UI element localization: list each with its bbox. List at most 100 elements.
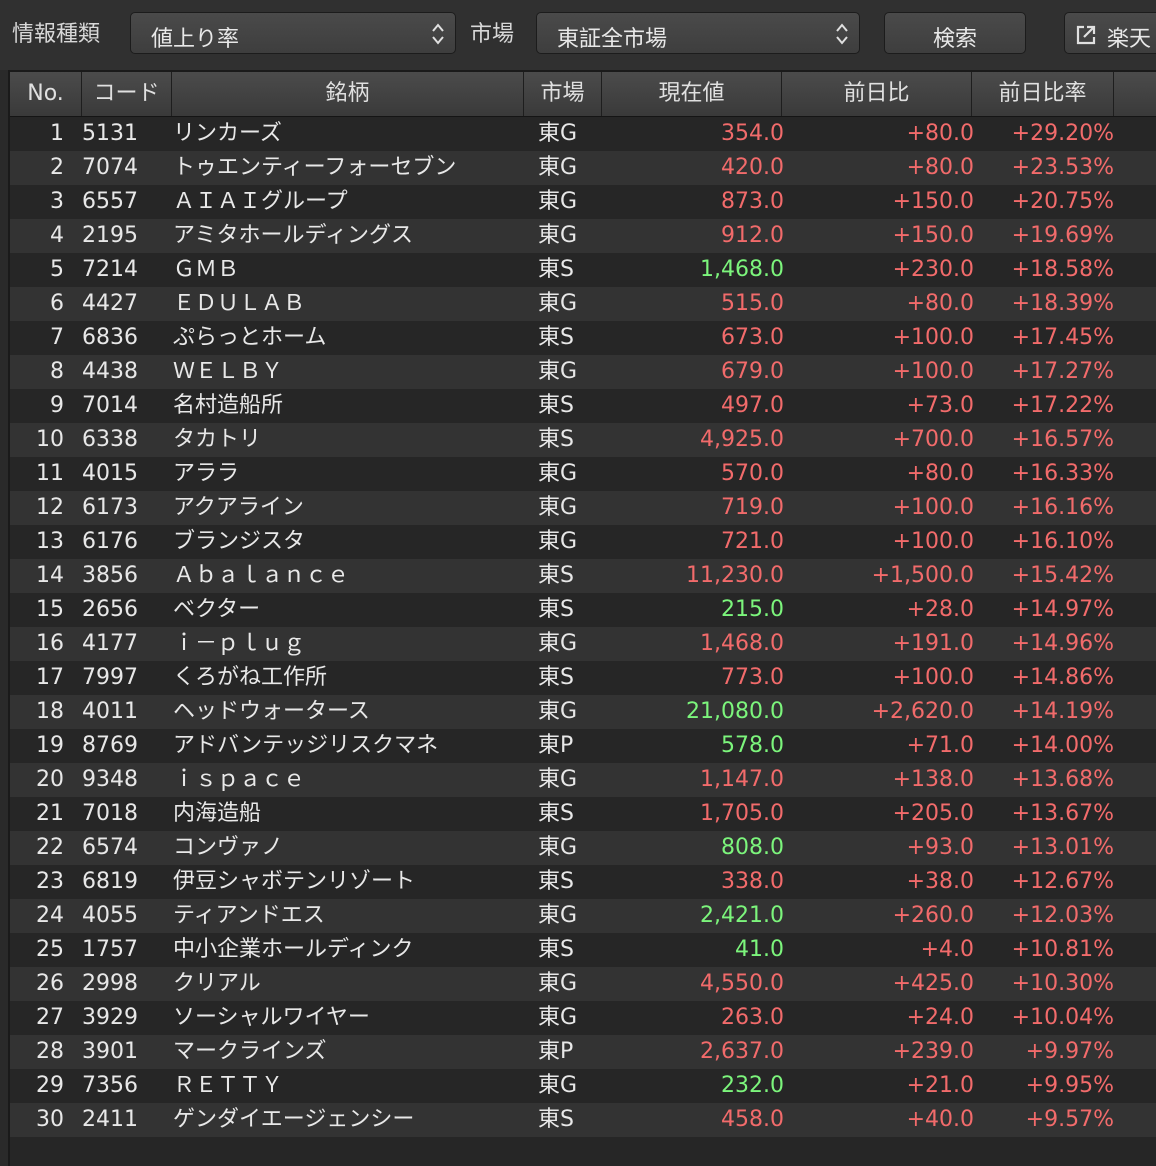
rakuten-button[interactable]: 楽天 xyxy=(1064,12,1156,54)
stock-code: 7074 xyxy=(82,155,138,180)
table-row[interactable]: 11 4015 アララ 東G 570.0 +80.0 +16.33% xyxy=(10,457,1156,491)
market-code: 東S xyxy=(538,325,574,350)
price-change: +700.0 xyxy=(892,427,974,452)
price-change: +71.0 xyxy=(906,733,974,758)
row-number: 3 xyxy=(50,189,64,214)
current-price: 673.0 xyxy=(721,325,784,350)
price-change: +260.0 xyxy=(892,903,974,928)
table-row[interactable]: 20 9348 ｉｓｐａｃｅ 東G 1,147.0 +138.0 +13.68% xyxy=(10,763,1156,797)
row-number: 16 xyxy=(36,631,64,656)
table-row[interactable]: 17 7997 くろがね工作所 東S 773.0 +100.0 +14.86% xyxy=(10,661,1156,695)
table-row[interactable]: 26 2998 クリアル 東G 4,550.0 +425.0 +10.30% xyxy=(10,967,1156,1001)
header-change[interactable]: 前日比 xyxy=(782,72,972,116)
table-row[interactable]: 1 5131 リンカーズ 東G 354.0 +80.0 +29.20% xyxy=(10,117,1156,151)
price-change-pct: +17.22% xyxy=(1011,393,1114,418)
price-change: +28.0 xyxy=(906,597,974,622)
table-row[interactable]: 16 4177 ｉ－ｐｌｕｇ 東G 1,468.0 +191.0 +14.96% xyxy=(10,627,1156,661)
stock-code: 6176 xyxy=(82,529,138,554)
price-change-pct: +14.19% xyxy=(1011,699,1114,724)
search-button[interactable]: 検索 xyxy=(884,12,1026,54)
price-change: +80.0 xyxy=(906,291,974,316)
table-row[interactable]: 29 7356 ＲＥＴＴＹ 東G 232.0 +21.0 +9.95% xyxy=(10,1069,1156,1103)
current-price: 497.0 xyxy=(721,393,784,418)
market-label: 市場 xyxy=(470,22,515,47)
header-name[interactable]: 銘柄 xyxy=(172,72,524,116)
table-row[interactable]: 19 8769 アドバンテッジリスクマネ 東P 578.0 +71.0 +14.00% xyxy=(10,729,1156,763)
market-code: 東G xyxy=(538,1073,578,1098)
table-row[interactable]: 27 3929 ソーシャルワイヤー 東G 263.0 +24.0 +10.04% xyxy=(10,1001,1156,1035)
table-row[interactable]: 3 6557 ＡＩＡＩグループ 東G 873.0 +150.0 +20.75% xyxy=(10,185,1156,219)
price-change: +100.0 xyxy=(892,325,974,350)
row-number: 11 xyxy=(36,461,64,486)
market-code: 東G xyxy=(538,971,578,996)
row-number: 15 xyxy=(36,597,64,622)
table-row[interactable]: 13 6176 ブランジスタ 東G 721.0 +100.0 +16.10% xyxy=(10,525,1156,559)
info-type-select[interactable]: 値上り率 xyxy=(130,12,456,54)
table-row[interactable]: 18 4011 ヘッドウォータース 東G 21,080.0 +2,620.0 +14.19% xyxy=(10,695,1156,729)
info-type-label: 情報種類 xyxy=(12,22,101,47)
market-code: 東S xyxy=(538,1107,574,1132)
table-row[interactable]: 21 7018 内海造船 東S 1,705.0 +205.0 +13.67% xyxy=(10,797,1156,831)
header-change-pct[interactable]: 前日比率 xyxy=(972,72,1114,116)
row-number: 20 xyxy=(36,767,64,792)
current-price: 41.0 xyxy=(735,937,784,962)
price-change-pct: +20.75% xyxy=(1011,189,1114,214)
stock-name: Ａｂａｌａｎｃｅ xyxy=(173,563,350,588)
table-row[interactable]: 8 4438 ＷＥＬＢＹ 東G 679.0 +100.0 +17.27% xyxy=(10,355,1156,389)
table-row[interactable]: 14 3856 Ａｂａｌａｎｃｅ 東S 11,230.0 +1,500.0 +15.42% xyxy=(10,559,1156,593)
table-row[interactable]: 23 6819 伊豆シャボテンリゾート 東S 338.0 +38.0 +12.67% xyxy=(10,865,1156,899)
stock-code: 4055 xyxy=(82,903,138,928)
price-change: +150.0 xyxy=(892,223,974,248)
stock-name: ＧＭＢ xyxy=(173,257,240,282)
current-price: 808.0 xyxy=(721,835,784,860)
table-row[interactable]: 24 4055 ティアンドエス 東G 2,421.0 +260.0 +12.03% xyxy=(10,899,1156,933)
table-row[interactable]: 15 2656 ベクター 東S 215.0 +28.0 +14.97% xyxy=(10,593,1156,627)
stock-code: 6574 xyxy=(82,835,138,860)
table-row[interactable]: 28 3901 マークラインズ 東P 2,637.0 +239.0 +9.97% xyxy=(10,1035,1156,1069)
stock-name: ＲＥＴＴＹ xyxy=(173,1073,284,1098)
header-code[interactable]: コード xyxy=(82,72,172,116)
table-row[interactable]: 6 4427 ＥＤＵＬＡＢ 東G 515.0 +80.0 +18.39% xyxy=(10,287,1156,321)
market-code: 東G xyxy=(538,223,578,248)
current-price: 515.0 xyxy=(721,291,784,316)
market-code: 東G xyxy=(538,835,578,860)
stock-code: 3856 xyxy=(82,563,138,588)
price-change-pct: +10.04% xyxy=(1011,1005,1114,1030)
stock-name: ティアンドエス xyxy=(173,903,325,928)
price-change: +80.0 xyxy=(906,155,974,180)
row-number: 27 xyxy=(36,1005,64,1030)
market-code: 東G xyxy=(538,155,578,180)
table-row[interactable]: 2 7074 トゥエンティーフォーセブン 東G 420.0 +80.0 +23.53% xyxy=(10,151,1156,185)
market-code: 東S xyxy=(538,393,574,418)
header-market[interactable]: 市場 xyxy=(524,72,602,116)
price-change: +239.0 xyxy=(892,1039,974,1064)
current-price: 4,925.0 xyxy=(700,427,784,452)
price-change-pct: +14.96% xyxy=(1011,631,1114,656)
price-change: +21.0 xyxy=(906,1073,974,1098)
table-row[interactable]: 7 6836 ぷらっとホーム 東S 673.0 +100.0 +17.45% xyxy=(10,321,1156,355)
header-no[interactable]: No. xyxy=(10,72,82,116)
price-change-pct: +19.69% xyxy=(1011,223,1114,248)
price-change-pct: +16.33% xyxy=(1011,461,1114,486)
price-change-pct: +12.67% xyxy=(1011,869,1114,894)
table-row[interactable]: 12 6173 アクアライン 東G 719.0 +100.0 +16.16% xyxy=(10,491,1156,525)
market-select[interactable]: 東証全市場 xyxy=(536,12,860,54)
price-change: +1,500.0 xyxy=(871,563,974,588)
header-extra xyxy=(1114,72,1156,116)
table-row[interactable]: 9 7014 名村造船所 東S 497.0 +73.0 +17.22% xyxy=(10,389,1156,423)
table-row[interactable]: 30 2411 ゲンダイエージェンシー 東S 458.0 +40.0 +9.57% xyxy=(10,1103,1156,1137)
row-number: 28 xyxy=(36,1039,64,1064)
table-row[interactable]: 22 6574 コンヴァノ 東G 808.0 +93.0 +13.01% xyxy=(10,831,1156,865)
price-change-pct: +10.30% xyxy=(1011,971,1114,996)
row-number: 2 xyxy=(50,155,64,180)
header-price[interactable]: 現在値 xyxy=(602,72,782,116)
table-row[interactable]: 25 1757 中小企業ホールディンク 東S 41.0 +4.0 +10.81% xyxy=(10,933,1156,967)
stock-name: ＡＩＡＩグループ xyxy=(173,189,348,214)
table-row[interactable]: 4 2195 アミタホールディングス 東G 912.0 +150.0 +19.69% xyxy=(10,219,1156,253)
row-number: 23 xyxy=(36,869,64,894)
row-number: 1 xyxy=(50,121,64,146)
stock-name: ヘッドウォータース xyxy=(173,699,370,724)
table-row[interactable]: 10 6338 タカトリ 東S 4,925.0 +700.0 +16.57% xyxy=(10,423,1156,457)
stock-code: 6557 xyxy=(82,189,138,214)
table-row[interactable]: 5 7214 ＧＭＢ 東S 1,468.0 +230.0 +18.58% xyxy=(10,253,1156,287)
